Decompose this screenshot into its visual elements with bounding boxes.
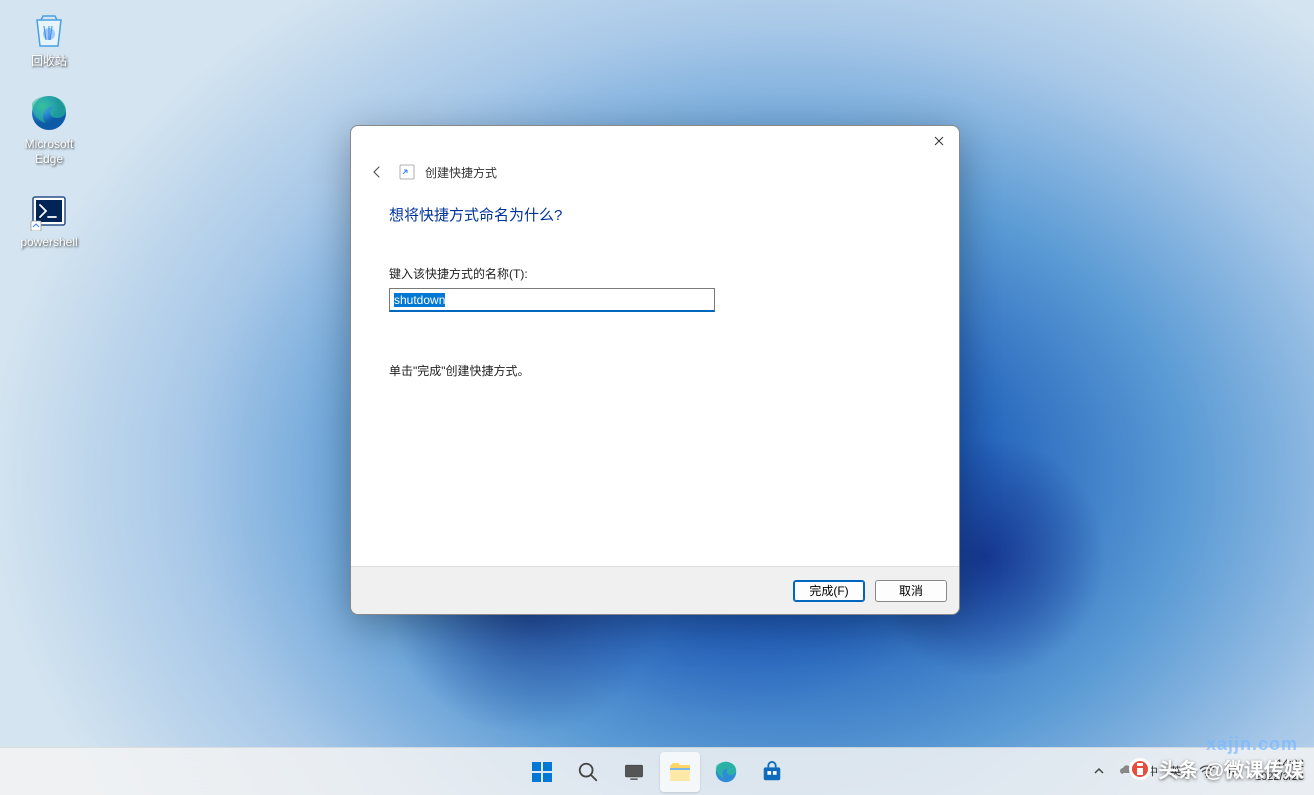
windows-icon	[530, 760, 554, 784]
dialog-hint: 单击"完成"创建快捷方式。	[389, 362, 921, 379]
shortcut-icon	[399, 164, 415, 180]
edge-taskbar-button[interactable]	[706, 752, 746, 792]
chevron-up-icon	[1094, 766, 1104, 776]
ime-language-1[interactable]: 中	[1147, 763, 1158, 779]
edge-icon	[714, 760, 738, 784]
back-button[interactable]	[365, 160, 389, 184]
tray-network[interactable]	[1199, 763, 1215, 779]
shortcut-name-input[interactable]	[389, 288, 715, 312]
ime-language-2[interactable]: 英 ,	[1170, 763, 1187, 779]
system-tray: 中 英 , 14:02 2022/3/23	[1091, 747, 1304, 795]
create-shortcut-dialog: 创建快捷方式 想将快捷方式命名为什么? 键入该快捷方式的名称(T): 单击"完成…	[350, 125, 960, 615]
desktop-icon-recycle-bin[interactable]: 回收站	[10, 10, 88, 68]
task-view-button[interactable]	[614, 752, 654, 792]
desktop-icons-area: 回收站 Microsoft Edge powershell	[10, 10, 88, 250]
task-view-icon	[623, 761, 645, 783]
tray-time: 14:02	[1255, 758, 1304, 771]
cloud-icon	[1119, 763, 1135, 779]
tray-chevron-up[interactable]	[1091, 763, 1107, 779]
search-icon	[577, 761, 599, 783]
taskbar-center	[522, 752, 792, 792]
dialog-footer: 完成(F) 取消	[351, 566, 959, 614]
store-button[interactable]	[752, 752, 792, 792]
name-field-label: 键入该快捷方式的名称(T):	[389, 265, 921, 282]
volume-icon	[1227, 763, 1243, 779]
wifi-icon	[1199, 763, 1215, 779]
cancel-button[interactable]: 取消	[875, 580, 947, 602]
tray-clock[interactable]: 14:02 2022/3/23	[1255, 758, 1304, 784]
tray-onedrive[interactable]	[1119, 763, 1135, 779]
recycle-bin-icon	[29, 10, 69, 50]
dialog-body: 想将快捷方式命名为什么? 键入该快捷方式的名称(T): 单击"完成"创建快捷方式…	[351, 194, 959, 566]
taskbar: 中 英 , 14:02 2022/3/23	[0, 747, 1314, 795]
tray-date: 2022/3/23	[1255, 771, 1304, 784]
desktop-wallpaper: 回收站 Microsoft Edge powershell	[0, 0, 1314, 795]
close-button[interactable]	[925, 129, 953, 153]
finish-button[interactable]: 完成(F)	[793, 580, 865, 602]
search-button[interactable]	[568, 752, 608, 792]
store-icon	[761, 761, 783, 783]
desktop-icon-label: Microsoft Edge	[10, 137, 88, 166]
powershell-icon	[29, 191, 69, 231]
tray-volume[interactable]	[1227, 763, 1243, 779]
file-explorer-button[interactable]	[660, 752, 700, 792]
arrow-left-icon	[369, 164, 385, 180]
start-button[interactable]	[522, 752, 562, 792]
dialog-titlebar[interactable]	[351, 126, 959, 156]
dialog-header: 创建快捷方式	[351, 156, 959, 194]
edge-icon	[29, 93, 69, 133]
close-icon	[934, 136, 944, 146]
desktop-icon-label: 回收站	[31, 54, 67, 68]
file-explorer-icon	[668, 760, 692, 784]
desktop-icon-label: powershell	[20, 235, 77, 249]
dialog-heading: 想将快捷方式命名为什么?	[389, 204, 921, 225]
desktop-icon-powershell[interactable]: powershell	[10, 191, 88, 249]
dialog-title: 创建快捷方式	[425, 164, 497, 181]
desktop-icon-edge[interactable]: Microsoft Edge	[10, 93, 88, 166]
